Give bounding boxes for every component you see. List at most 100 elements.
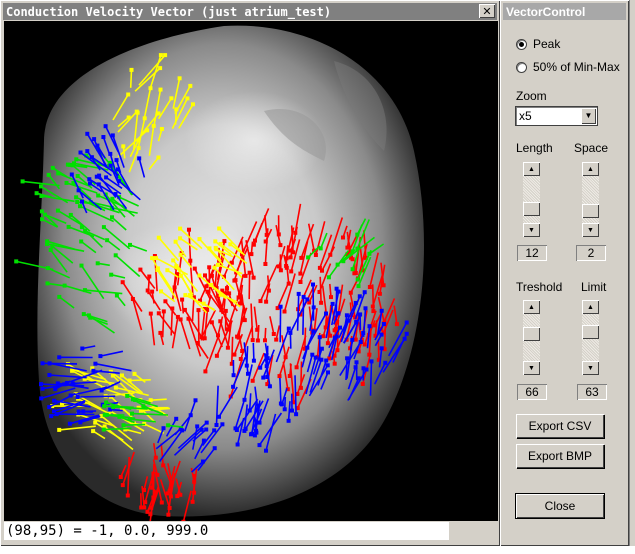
limit-scroll-thumb[interactable] (582, 325, 599, 339)
vector-head (209, 320, 214, 325)
vector-head (79, 225, 84, 230)
vector-head (204, 420, 209, 425)
vector-head (172, 285, 177, 290)
vector-head (313, 355, 318, 360)
vector-head (170, 306, 175, 311)
vector-head (113, 253, 118, 258)
vector-head (137, 156, 142, 161)
threshold-scroll-thumb[interactable] (523, 327, 540, 341)
vector-head (258, 365, 263, 370)
vector-head (264, 448, 268, 453)
vector-head (130, 397, 135, 402)
vector-head (338, 325, 342, 330)
space-up-button[interactable]: ▲ (582, 162, 599, 176)
main-title-bar[interactable]: Conduction Velocity Vector (just atrium_… (3, 3, 497, 20)
length-scroll-thumb[interactable] (523, 202, 540, 216)
vector-head (150, 289, 155, 294)
vector-head (159, 127, 164, 131)
length-scrollbar[interactable]: ▲ ▼ (523, 162, 540, 237)
space-down-button[interactable]: ▼ (582, 223, 599, 237)
vector-head (286, 326, 291, 331)
vector-head (298, 271, 303, 276)
vector-head (78, 204, 82, 209)
vector-head (113, 385, 118, 390)
radio-half-minmax[interactable]: 50% of Min-Max (516, 60, 620, 74)
vector-head (180, 297, 185, 302)
vector-head (379, 332, 384, 337)
arrow-down-icon: ▼ (528, 364, 535, 372)
vector-head (121, 423, 126, 428)
export-csv-button[interactable]: Export CSV (516, 414, 604, 438)
arrow-up-icon: ▲ (528, 165, 535, 173)
threshold-down-button[interactable]: ▼ (523, 361, 540, 375)
vector-head (168, 494, 173, 499)
vector-head (158, 66, 163, 71)
vector-head (332, 361, 337, 366)
length-down-button[interactable]: ▼ (523, 223, 540, 237)
vector-head (85, 131, 90, 136)
zoom-select[interactable]: x5 ▼ (515, 106, 598, 126)
vector-head (357, 294, 362, 299)
vector-head (257, 443, 262, 448)
vector-line (304, 327, 307, 349)
radio-peak[interactable]: Peak (516, 37, 560, 51)
vector-head (335, 262, 340, 267)
vector-head (118, 475, 123, 479)
vector-head (50, 165, 55, 170)
vector-head (45, 281, 50, 286)
close-window-button[interactable]: ✕ (479, 4, 495, 18)
close-icon: ✕ (482, 4, 492, 18)
vector-line (279, 377, 282, 404)
threshold-scrollbar[interactable]: ▲ ▼ (523, 300, 540, 375)
vector-head (57, 355, 62, 360)
vector-head (334, 334, 339, 339)
space-scrollbar[interactable]: ▲ ▼ (582, 162, 599, 237)
vector-head (294, 412, 299, 417)
control-title-bar[interactable]: VectorControl (503, 3, 626, 20)
vector-head (361, 331, 366, 335)
vector-head (336, 311, 341, 316)
vector-head (254, 428, 258, 433)
arrow-up-icon: ▲ (587, 165, 594, 173)
vector-head (57, 294, 62, 299)
radio-peak-indicator[interactable] (516, 38, 527, 50)
length-up-button[interactable]: ▲ (523, 162, 540, 176)
status-readout: (98,95) = -1, 0.0, 999.0 (4, 522, 449, 540)
vector-head (156, 235, 161, 240)
radio-half-minmax-indicator[interactable] (516, 61, 527, 73)
vector-head (116, 167, 120, 172)
vector-head (353, 337, 358, 342)
limit-down-button[interactable]: ▼ (582, 361, 599, 375)
vector-head (324, 311, 328, 316)
vector-head (218, 319, 223, 324)
chevron-down-icon[interactable]: ▼ (581, 108, 596, 124)
vector-head (277, 374, 282, 379)
vector-head (88, 181, 92, 186)
vector-head (319, 300, 324, 305)
vector-head (352, 271, 357, 276)
vector-head (361, 366, 366, 371)
export-bmp-button[interactable]: Export BMP (516, 444, 604, 468)
vector-head (127, 378, 132, 383)
vector-head (92, 137, 97, 142)
space-scroll-thumb[interactable] (582, 204, 599, 218)
vector-head (246, 371, 250, 376)
vector-line (312, 284, 315, 321)
vector-head (249, 432, 253, 437)
vector-head (158, 330, 163, 335)
limit-scrollbar[interactable]: ▲ ▼ (582, 300, 599, 375)
vector-head (40, 361, 45, 366)
vector-head (290, 408, 294, 413)
threshold-up-button[interactable]: ▲ (523, 300, 540, 314)
vector-head (151, 495, 156, 500)
vector-image-view[interactable] (4, 21, 498, 521)
vector-head (350, 337, 355, 342)
vector-head (257, 420, 262, 425)
vector-head (326, 275, 331, 280)
close-button[interactable]: Close (515, 493, 605, 519)
vector-head (159, 500, 164, 505)
vector-head (85, 149, 90, 154)
vector-head (214, 423, 219, 427)
vector-head (129, 67, 134, 72)
limit-up-button[interactable]: ▲ (582, 300, 599, 314)
